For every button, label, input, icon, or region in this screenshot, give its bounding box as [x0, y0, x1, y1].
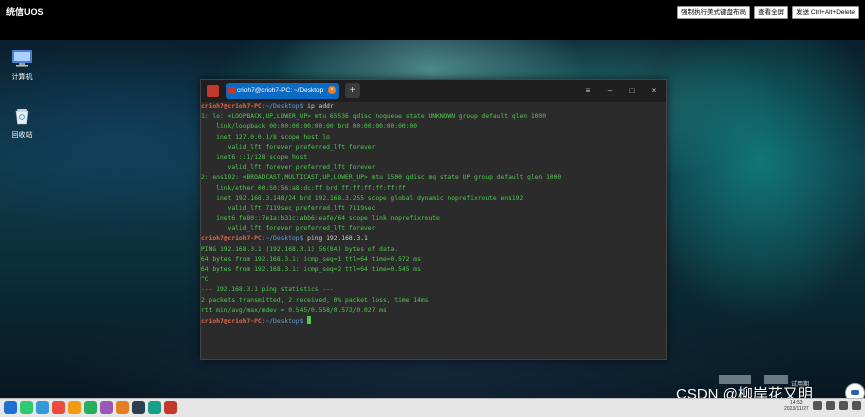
prompt-command: ping 192.168.3.1: [303, 235, 368, 243]
desktop-icon-label: 回收站: [11, 132, 33, 139]
terminal-output-line: inet6 ::1/128 scope host: [201, 153, 308, 161]
send-ctrl-alt-delete-button[interactable]: 发送 Ctrl+Alt+Delete: [792, 6, 859, 19]
window-controls: ≡ – □ ×: [582, 83, 660, 99]
view-fullscreen-button[interactable]: 查看全屏: [754, 6, 789, 19]
prompt-path: :~/Desktop$: [261, 103, 304, 110]
terminal-output-line: valid_lft 7119sec preferred_lft 7119sec: [201, 204, 376, 212]
new-tab-button[interactable]: +: [345, 83, 360, 98]
terminal-output-line: link/ether 00:50:56:a8:dc:ff brd ff:ff:f…: [201, 184, 406, 192]
minimize-icon[interactable]: –: [604, 83, 616, 99]
assistant-icon[interactable]: [845, 383, 865, 398]
clock-date: 2023/11/27: [784, 406, 809, 412]
prompt-path: :~/Desktop$: [261, 235, 304, 243]
tray-notification-icon[interactable]: [852, 401, 861, 410]
music-icon[interactable]: [116, 401, 129, 414]
top-bar: 统信UOS 强制执行美式键盘布局 查看全屏 发送 Ctrl+Alt+Delete: [0, 0, 865, 40]
terminal-output-line: 2 packets transmitted, 2 received, 0% pa…: [201, 296, 429, 304]
settings-icon[interactable]: [148, 401, 161, 414]
terminal-icon[interactable]: [20, 401, 33, 414]
terminal-cursor: [307, 315, 312, 324]
taskbar-clock[interactable]: 14:53 2023/11/27: [784, 400, 809, 412]
terminal-output-line: inet 127.0.0.1/8 scope host lo: [201, 133, 330, 141]
terminal-output-line: PING 192.168.3.1 (192.168.3.1) 56(84) by…: [201, 245, 399, 253]
terminal-output-line: ^C: [201, 276, 209, 284]
desktop-icon-computer[interactable]: 计算机: [0, 49, 44, 82]
tray-input-icon[interactable]: [813, 401, 822, 410]
terminal-prompt-line: crioh7@crioh7-PC:~/Desktop$ ip addr: [201, 102, 666, 112]
terminal-app-icon: [207, 85, 219, 97]
force-us-keyboard-button[interactable]: 强制执行美式键盘布局: [677, 6, 751, 19]
desktop-icon-label: 计算机: [11, 74, 33, 81]
file-manager-icon[interactable]: [36, 401, 49, 414]
prompt-user: crioh7@crioh7-PC: [201, 317, 262, 325]
tray-volume-icon[interactable]: [839, 401, 848, 410]
terminal-output-line: rtt min/avg/max/mdev = 0.545/0.558/0.572…: [201, 306, 387, 314]
launcher-icon[interactable]: [4, 401, 17, 414]
prompt-path: :~/Desktop$: [261, 317, 304, 325]
terminal-output[interactable]: crioh7@crioh7-PC:~/Desktop$ ip addr 1: lo…: [201, 102, 666, 359]
prompt-user: crioh7@crioh7-PC: [201, 235, 262, 243]
tab-terminal-icon: [228, 87, 235, 94]
terminal-output-line: link/loopback 00:00:00:00:00:00 brd 00:0…: [201, 123, 418, 131]
terminal-output-line: 1: lo: <LOOPBACK,UP,LOWER_UP> mtu 65536 …: [201, 113, 546, 121]
tab-close-icon[interactable]: ×: [328, 86, 336, 94]
deepin-terminal-icon[interactable]: [164, 401, 177, 414]
terminal-output-line: valid_lft forever preferred_lft forever: [201, 143, 376, 151]
taskbar-apps: [4, 401, 177, 414]
text-editor-icon[interactable]: [132, 401, 145, 414]
tray-network-icon[interactable]: [826, 401, 835, 410]
terminal-output-line: valid_lft forever preferred_lft forever: [201, 225, 376, 233]
tab-title: crioh7@crioh7-PC: ~/Desktop: [237, 87, 324, 94]
system-tray: [813, 401, 861, 410]
top-bar-actions: 强制执行美式键盘布局 查看全屏 发送 Ctrl+Alt+Delete: [677, 6, 859, 19]
mail-icon[interactable]: [68, 401, 81, 414]
app-store-icon[interactable]: [84, 401, 97, 414]
taskbar: 14:53 2023/11/27: [0, 398, 865, 417]
prompt-user: crioh7@crioh7-PC: [201, 103, 262, 110]
terminal-output-line: inet 192.168.3.148/24 brd 192.168.3.255 …: [201, 194, 524, 202]
prompt-command: ip addr: [303, 103, 334, 110]
terminal-prompt-line: crioh7@crioh7-PC:~/Desktop$: [201, 315, 666, 326]
terminal-output-line: inet6 fe80::7e1a:b31c:abb6:eafe/64 scope…: [201, 215, 440, 223]
maximize-icon[interactable]: □: [626, 83, 638, 99]
terminal-output-line: 64 bytes from 192.168.3.1: icmp_seq=2 tt…: [201, 266, 421, 273]
terminal-output-line: valid_lft forever preferred_lft forever: [201, 164, 376, 172]
close-icon[interactable]: ×: [648, 83, 660, 99]
terminal-tab[interactable]: crioh7@crioh7-PC: ~/Desktop ×: [226, 83, 339, 99]
photos-icon[interactable]: [100, 401, 113, 414]
terminal-output-line: 2: ens192: <BROADCAST,MULTICAST,UP,LOWER…: [201, 174, 562, 182]
terminal-output-line: --- 192.168.3.1 ping statistics ---: [201, 286, 334, 294]
terminal-output-line: 64 bytes from 192.168.3.1: icmp_seq=1 tt…: [201, 255, 421, 263]
computer-icon: [12, 50, 32, 67]
trash-icon: [15, 109, 29, 125]
browser-icon[interactable]: [52, 401, 65, 414]
window-title: 统信UOS: [6, 7, 44, 17]
desktop-icon-trash[interactable]: 回收站: [0, 107, 44, 140]
terminal-titlebar[interactable]: crioh7@crioh7-PC: ~/Desktop × + ≡ – □ ×: [201, 80, 666, 102]
menu-icon[interactable]: ≡: [582, 83, 594, 99]
terminal-window: crioh7@crioh7-PC: ~/Desktop × + ≡ – □ × …: [200, 79, 667, 360]
terminal-prompt-line: crioh7@crioh7-PC:~/Desktop$ ping 192.168…: [201, 234, 666, 244]
